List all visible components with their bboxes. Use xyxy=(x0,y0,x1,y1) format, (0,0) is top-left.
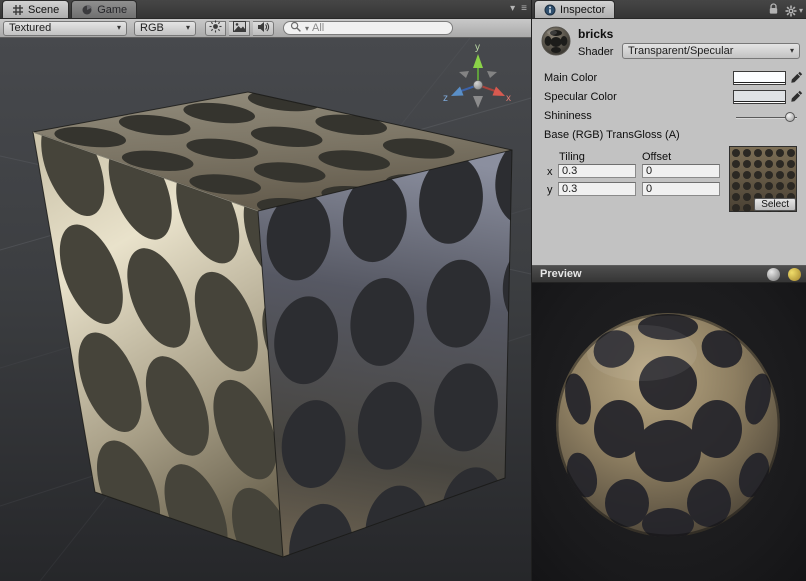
tiling-y-input[interactable] xyxy=(558,182,636,196)
channels-value: RGB xyxy=(140,22,164,34)
scene-tabstrip: Scene Game ▾≡ xyxy=(0,0,531,19)
select-texture-button[interactable]: Select xyxy=(754,198,796,211)
scene-panel-menu[interactable]: ▾≡ xyxy=(510,3,527,14)
scene-search-input[interactable]: ▾ All xyxy=(283,21,453,35)
offset-header: Offset xyxy=(642,151,671,163)
specular-color-alpha-bar xyxy=(734,101,785,103)
base-texture-thumbnail[interactable]: Select xyxy=(729,146,797,212)
chevron-down-icon: ▾ xyxy=(186,24,190,32)
search-filter-value: All xyxy=(312,22,324,34)
chevron-down-icon: ▾ xyxy=(305,24,309,33)
shader-label: Shader xyxy=(578,46,613,58)
select-texture-label: Select xyxy=(761,199,789,210)
specular-color-well[interactable] xyxy=(733,90,786,104)
gizmo-neg-x-cone[interactable] xyxy=(459,71,469,78)
gizmo-center[interactable] xyxy=(473,80,482,89)
base-map-label: Base (RGB) TransGloss (A) xyxy=(544,129,680,141)
lock-icon[interactable] xyxy=(768,3,779,18)
scene-toolbar: Textured ▾ RGB ▾ ▾ All xyxy=(0,19,531,38)
tab-inspector-label: Inspector xyxy=(560,4,605,16)
main-color-well[interactable] xyxy=(733,71,786,85)
material-name: bricks xyxy=(578,27,613,41)
specular-color-eyedropper-icon[interactable] xyxy=(789,89,804,104)
offset-y-input[interactable] xyxy=(642,182,720,196)
draw-mode-dropdown[interactable]: Textured ▾ xyxy=(3,21,127,36)
gizmo-neg-y-cone[interactable] xyxy=(473,96,483,108)
main-color-alpha-bar xyxy=(734,82,785,84)
inspector-panel: Inspector ▾ bricks Shader Transparent/Sp… xyxy=(531,0,806,581)
tiling-x-input[interactable] xyxy=(558,164,636,178)
tab-game[interactable]: Game xyxy=(71,0,137,18)
gizmo-z-cone[interactable] xyxy=(451,87,464,97)
textured-cube[interactable] xyxy=(33,87,585,581)
preview-header[interactable]: Preview xyxy=(532,265,806,283)
speaker-icon xyxy=(257,21,270,36)
material-preview-area[interactable]: + xyxy=(532,283,806,581)
draw-mode-value: Textured xyxy=(9,22,51,34)
tiling-header: Tiling xyxy=(559,151,585,163)
game-icon xyxy=(81,4,93,16)
scene-panel: Scene Game ▾≡ Textured ▾ RGB ▾ xyxy=(0,0,531,581)
scene-skybox-toggle[interactable] xyxy=(229,21,250,36)
orientation-gizmo[interactable]: y x z xyxy=(443,42,511,108)
chevron-down-icon: ▾ xyxy=(117,24,121,32)
tab-scene-label: Scene xyxy=(28,4,59,16)
main-color-label: Main Color xyxy=(544,72,597,84)
shader-value: Transparent/Specular xyxy=(628,45,733,57)
gear-icon[interactable]: ▾ xyxy=(785,5,803,17)
shader-dropdown[interactable]: Transparent/Specular ▾ xyxy=(622,43,800,59)
specular-color-label: Specular Color xyxy=(544,91,617,103)
tab-inspector[interactable]: Inspector xyxy=(534,0,615,18)
shininess-slider-knob[interactable] xyxy=(785,112,795,122)
image-icon xyxy=(233,21,246,35)
tab-scene[interactable]: Scene xyxy=(2,0,69,18)
search-icon xyxy=(290,21,302,36)
offset-x-input[interactable] xyxy=(642,164,720,178)
gizmo-y-label: y xyxy=(475,42,480,53)
gizmo-x-cone[interactable] xyxy=(493,87,506,97)
shininess-label: Shininess xyxy=(544,110,592,122)
tiling-row-x-label: x xyxy=(547,166,553,178)
chevron-down-icon: ▾ xyxy=(799,6,803,15)
tab-game-label: Game xyxy=(97,4,127,16)
preview-light-icon[interactable] xyxy=(788,268,801,281)
gizmo-y-cone[interactable] xyxy=(473,54,483,68)
gizmo-x-label: x xyxy=(506,93,511,104)
scene-audio-toggle[interactable] xyxy=(253,21,274,36)
preview-sphere-icon[interactable] xyxy=(767,268,780,281)
render-channels-dropdown[interactable]: RGB ▾ xyxy=(134,21,196,36)
menu-icon: ≡ xyxy=(521,3,527,14)
chevron-down-icon: ▾ xyxy=(510,3,515,14)
chevron-down-icon: ▾ xyxy=(790,47,794,55)
scene-lighting-toggle[interactable] xyxy=(205,21,226,36)
material-preview-icon[interactable] xyxy=(538,23,574,59)
scene-grid-icon xyxy=(12,4,24,16)
gizmo-neg-z-cone[interactable] xyxy=(487,71,497,78)
scene-viewport[interactable]: y x z xyxy=(0,38,531,581)
gizmo-z-label: z xyxy=(443,93,448,104)
inspector-tabstrip: Inspector ▾ xyxy=(532,0,806,19)
preview-sphere xyxy=(556,313,780,540)
main-color-eyedropper-icon[interactable] xyxy=(789,70,804,85)
sun-icon xyxy=(209,20,222,36)
inspector-icon xyxy=(544,4,556,16)
tiling-row-y-label: y xyxy=(547,184,553,196)
preview-title: Preview xyxy=(540,268,582,280)
